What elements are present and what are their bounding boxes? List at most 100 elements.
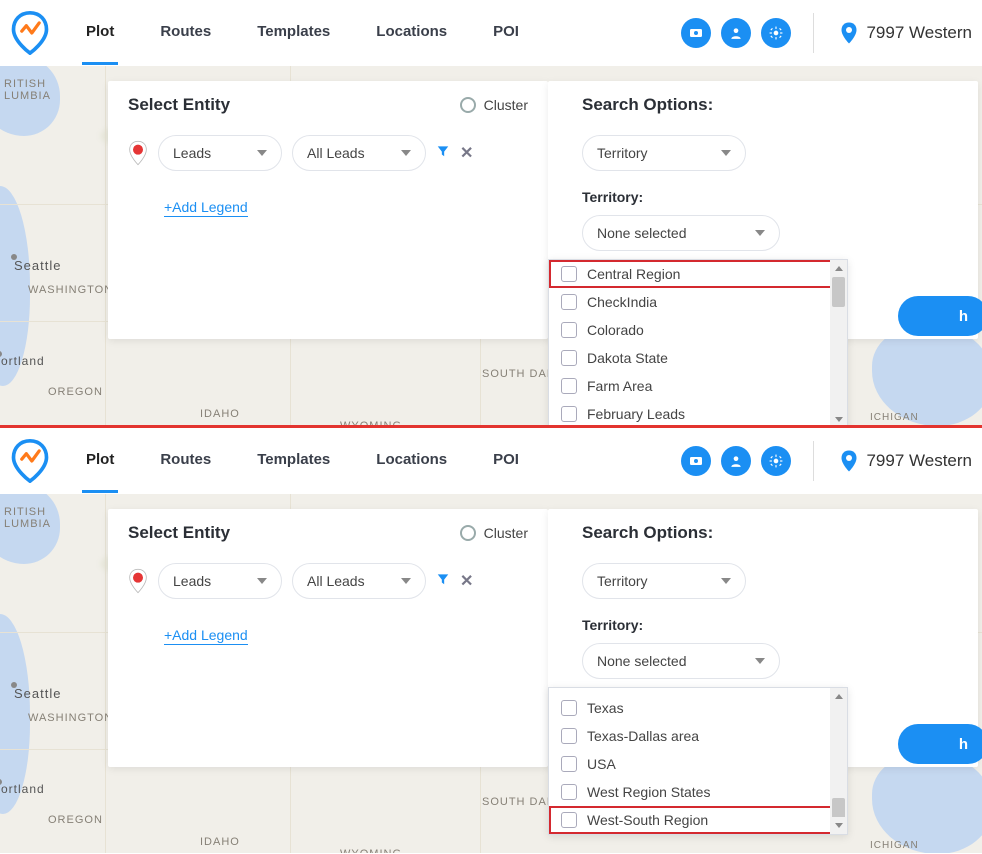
checkbox-icon[interactable] — [561, 322, 577, 338]
checkbox-icon[interactable] — [561, 294, 577, 310]
current-location[interactable]: 7997 Western — [840, 21, 972, 45]
gear-icon — [769, 26, 783, 40]
clear-icon[interactable]: ✕ — [460, 143, 473, 163]
checkbox-icon[interactable] — [561, 728, 577, 744]
territory-option[interactable]: Texas — [549, 694, 847, 722]
map-canvas[interactable]: RITISH LUMBIA Seattle WASHINGTON ortland… — [0, 494, 982, 853]
nav-tab-templates[interactable]: Templates — [253, 1, 334, 65]
app-logo[interactable] — [8, 11, 52, 55]
map-label: ICHIGAN — [870, 412, 919, 423]
map-label: IDAHO — [200, 836, 240, 848]
checkbox-icon[interactable] — [561, 266, 577, 282]
entity-type-dropdown[interactable]: Leads — [158, 135, 282, 171]
scroll-thumb[interactable] — [832, 277, 845, 307]
settings-button[interactable] — [761, 18, 791, 48]
territory-option-label: West-South Region — [587, 812, 708, 828]
territory-option[interactable]: February Leads — [549, 400, 847, 425]
user-button[interactable] — [721, 446, 751, 476]
nav-tab-poi[interactable]: POI — [489, 429, 523, 493]
cluster-radio[interactable]: Cluster — [460, 97, 528, 113]
scroll-up-button[interactable] — [830, 688, 847, 705]
scroll-down-button[interactable] — [830, 411, 847, 425]
add-legend-link[interactable]: +Add Legend — [164, 199, 248, 217]
checkbox-icon[interactable] — [561, 756, 577, 772]
territory-option[interactable]: Colorado — [549, 316, 847, 344]
scroll-up-button[interactable] — [830, 260, 847, 277]
territory-option-label: West Region States — [587, 784, 710, 800]
territory-value: None selected — [597, 653, 687, 669]
app-logo-icon — [11, 11, 49, 55]
checkbox-icon[interactable] — [561, 406, 577, 422]
territory-option-label: CheckIndia — [587, 294, 657, 310]
territory-option-label: Central Region — [587, 266, 680, 282]
territory-section-label: Territory: — [582, 617, 944, 633]
nav-tab-routes[interactable]: Routes — [156, 429, 215, 493]
territory-option[interactable]: Central Region — [549, 260, 847, 288]
territory-option[interactable]: Farm Area — [549, 372, 847, 400]
entity-type-value: Leads — [173, 145, 211, 161]
checkbox-icon[interactable] — [561, 378, 577, 394]
entity-filter-dropdown[interactable]: All Leads — [292, 563, 426, 599]
settings-button[interactable] — [761, 446, 791, 476]
territory-option[interactable]: Dakota State — [549, 344, 847, 372]
cluster-radio[interactable]: Cluster — [460, 525, 528, 541]
map-label: IDAHO — [200, 408, 240, 420]
territory-option[interactable]: USA — [549, 750, 847, 778]
territory-option[interactable]: West-South Region — [549, 806, 847, 834]
pin-icon — [128, 140, 148, 166]
territory-option-label: February Leads — [587, 406, 685, 422]
entity-type-dropdown[interactable]: Leads — [158, 563, 282, 599]
scrollbar[interactable] — [830, 688, 847, 834]
select-entity-title: Select Entity — [128, 523, 230, 543]
map-label: WASHINGTON — [28, 284, 113, 296]
map-mode-button[interactable] — [681, 446, 711, 476]
search-by-dropdown[interactable]: Territory — [582, 563, 746, 599]
filter-icon[interactable] — [436, 572, 450, 586]
checkbox-icon[interactable] — [561, 784, 577, 800]
map-label: ortland — [1, 782, 45, 796]
map-label: ICHIGAN — [870, 840, 919, 851]
search-by-dropdown[interactable]: Territory — [582, 135, 746, 171]
filter-icon[interactable] — [436, 144, 450, 158]
nav-tab-locations[interactable]: Locations — [372, 429, 451, 493]
map-mode-button[interactable] — [681, 18, 711, 48]
search-button[interactable]: h — [898, 296, 982, 336]
checkbox-icon[interactable] — [561, 350, 577, 366]
territory-dropdown[interactable]: None selected — [582, 643, 780, 679]
territory-option-label: Colorado — [587, 322, 644, 338]
map-label: RITISH LUMBIA — [4, 506, 51, 530]
current-location[interactable]: 7997 Western — [840, 449, 972, 473]
territory-dropdown[interactable]: None selected — [582, 215, 780, 251]
cluster-label: Cluster — [484, 525, 528, 541]
scroll-down-button[interactable] — [830, 817, 847, 834]
add-legend-link[interactable]: +Add Legend — [164, 627, 248, 645]
nav-tab-plot[interactable]: Plot — [82, 429, 118, 493]
checkbox-icon[interactable] — [561, 812, 577, 828]
territory-option[interactable]: Texas-Dallas area — [549, 722, 847, 750]
map-label: WYOMING — [340, 848, 402, 853]
separator-line — [0, 425, 982, 428]
app-logo[interactable] — [8, 439, 52, 483]
nav-tab-locations[interactable]: Locations — [372, 1, 451, 65]
territory-option[interactable]: x — [549, 687, 847, 694]
search-button[interactable]: h — [898, 724, 982, 764]
search-options-title: Search Options: — [582, 95, 944, 115]
nav-tab-routes[interactable]: Routes — [156, 1, 215, 65]
territory-option[interactable]: West Region States — [549, 778, 847, 806]
scrollbar[interactable] — [830, 260, 847, 425]
user-button[interactable] — [721, 18, 751, 48]
user-icon — [729, 26, 743, 40]
territory-option-label: Dakota State — [587, 350, 668, 366]
nav-tab-templates[interactable]: Templates — [253, 429, 334, 493]
map-label: RITISH LUMBIA — [4, 78, 51, 102]
territory-option[interactable]: CheckIndia — [549, 288, 847, 316]
territory-option-label: USA — [587, 756, 616, 772]
nav-tab-plot[interactable]: Plot — [82, 1, 118, 65]
territory-option-label: Texas-Dallas area — [587, 728, 699, 744]
territory-dropdown-panel: Central Region CheckIndia Colorado Dakot… — [548, 259, 848, 425]
entity-filter-dropdown[interactable]: All Leads — [292, 135, 426, 171]
map-canvas[interactable]: RITISH LUMBIA Seattle WASHINGTON ortland… — [0, 66, 982, 425]
checkbox-icon[interactable] — [561, 700, 577, 716]
nav-tab-poi[interactable]: POI — [489, 1, 523, 65]
clear-icon[interactable]: ✕ — [460, 571, 473, 591]
